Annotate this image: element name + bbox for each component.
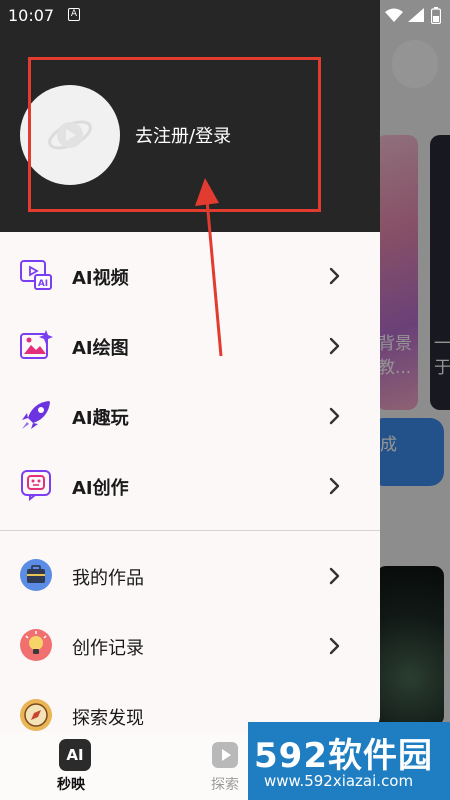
watermark: 592软件园 www.592xiazai.com <box>248 722 450 800</box>
chevron-right-icon <box>329 567 340 585</box>
notification-badge-icon: A <box>68 8 80 21</box>
status-bar: 10:07 A <box>0 0 450 30</box>
tab-home-label: 秒映 <box>57 777 85 793</box>
menu-item-ai-fun[interactable]: AI趣玩 <box>0 386 380 446</box>
lightbulb-icon <box>20 629 52 661</box>
chevron-right-icon <box>329 337 340 355</box>
battery-icon <box>431 7 441 24</box>
menu-item-label: 我的作品 <box>72 568 144 589</box>
menu-item-label: AI创作 <box>72 478 129 499</box>
status-time: 10:07 <box>8 6 55 25</box>
watermark-title: 592软件园 <box>254 736 433 776</box>
chevron-right-icon <box>329 637 340 655</box>
menu-item-label: 创作记录 <box>72 638 144 659</box>
cellular-signal-icon <box>408 8 424 22</box>
annotation-highlight-box <box>28 57 321 212</box>
svg-text:AI: AI <box>38 279 48 289</box>
menu-item-label: AI趣玩 <box>72 408 129 429</box>
compass-icon <box>20 699 52 731</box>
menu-divider <box>0 530 380 531</box>
ai-drawing-icon <box>20 330 53 359</box>
menu-item-my-works[interactable]: 我的作品 <box>0 546 380 606</box>
menu-item-label: AI绘图 <box>72 338 129 359</box>
robot-face-icon <box>21 470 51 502</box>
chevron-right-icon <box>329 407 340 425</box>
play-icon <box>212 742 238 768</box>
menu-item-label: 探索发现 <box>72 708 144 729</box>
ai-video-icon: AI <box>20 260 52 290</box>
annotation-arrow-icon <box>195 178 223 357</box>
menu-item-creation-history[interactable]: 创作记录 <box>0 616 380 676</box>
wifi-icon <box>385 8 403 22</box>
briefcase-icon <box>20 559 52 591</box>
menu-item-ai-creation[interactable]: AI创作 <box>0 456 380 516</box>
chevron-right-icon <box>329 267 340 285</box>
rocket-icon <box>22 401 50 429</box>
ai-logo-icon: AI <box>59 739 91 771</box>
menu-item-label: AI视频 <box>72 268 129 289</box>
tab-explore-label: 探索 <box>211 777 239 793</box>
chevron-right-icon <box>329 477 340 495</box>
watermark-url: www.592xiazai.com <box>264 772 414 790</box>
